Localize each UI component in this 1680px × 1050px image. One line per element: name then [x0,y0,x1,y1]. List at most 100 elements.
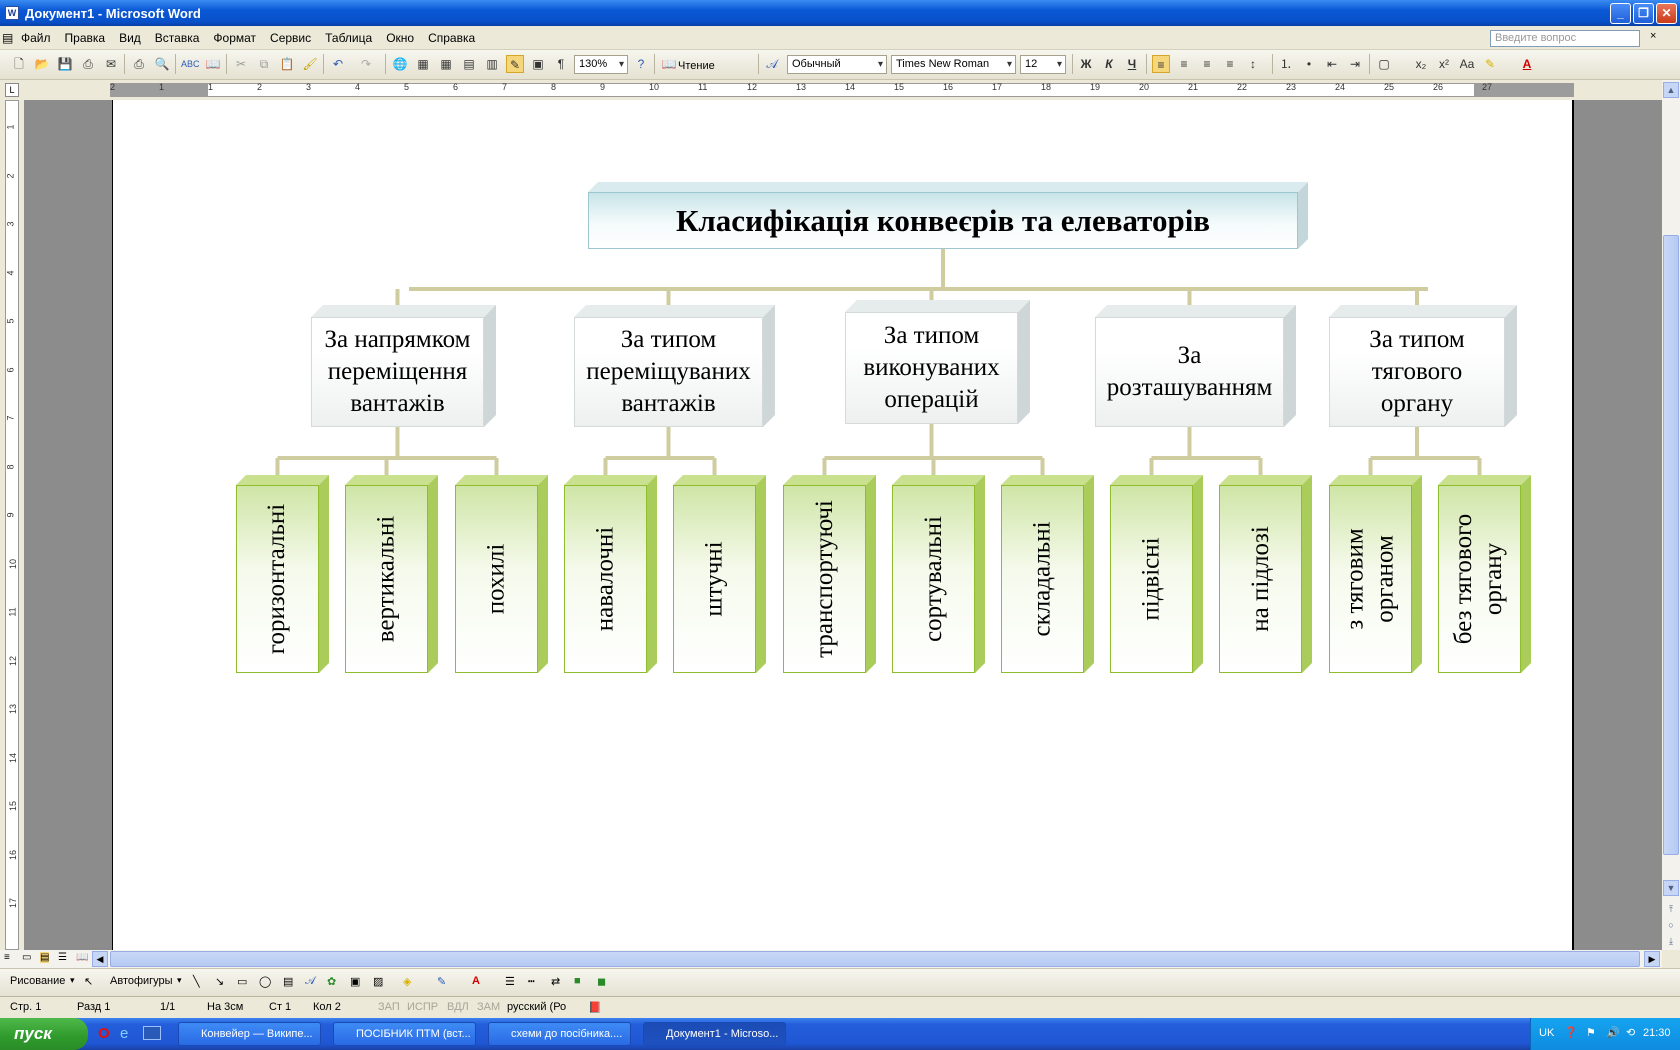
arrow-icon[interactable]: ↘ [215,975,224,988]
drawing-menu[interactable]: Рисование [10,975,65,987]
vruler-number: 5 [5,318,16,324]
shadow-icon[interactable]: ■ [574,975,581,987]
volume-icon[interactable]: 🔊 [1606,1026,1620,1039]
leaf-label-line: органу [1480,542,1508,616]
3d-icon[interactable]: ◼ [597,975,606,988]
vertical-scrollbar[interactable]: ▲ ▼ ⤒ ○ ⤓ [1662,80,1680,950]
leaf-label: горизонтальні [263,504,293,654]
leaf-label-line: підвісні [1137,537,1165,621]
task-posibnyk[interactable]: ПОСІБНИК ПТМ (вст... [333,1022,476,1046]
spelling-status-icon[interactable]: 📕 [588,1001,602,1014]
status-ovr[interactable]: ЗАМ [477,1001,500,1013]
horizontal-scrollbar[interactable]: ≡ ▭ ▤ ☰ 📖 ◀ ▶ [0,950,1662,968]
scroll-left-icon[interactable]: ◀ [92,951,108,967]
opera-icon[interactable]: O [98,1025,110,1042]
leaf-label: штучні [700,541,730,616]
word-icon: W [5,6,19,20]
leaf-label-line: вертикальні [372,515,400,643]
leaf-label-line: навалочні [591,526,619,632]
status-trk[interactable]: ИСПР [407,1001,438,1013]
hscroll-thumb[interactable] [110,951,1640,967]
document-page[interactable]: Класифікація конвеєрів та елеваторів За н… [112,100,1574,950]
scroll-right-icon[interactable]: ▶ [1644,951,1660,967]
normal-view-icon[interactable]: ≡ [4,952,10,963]
task-opera[interactable]: Конвейер — Википе... [178,1022,321,1046]
leaf-label-line: складальні [1028,521,1056,637]
category-label-line: розташуванням [1106,374,1273,401]
line-style-icon[interactable]: ☰ [505,975,515,988]
category-label-line: вантажів [621,390,716,417]
tab-selector-icon[interactable]: L [5,83,19,97]
start-button[interactable]: пуск [0,1018,88,1050]
status-ext[interactable]: ВДЛ [447,1001,469,1013]
print-layout-icon[interactable]: ▤ [40,952,50,963]
vertical-ruler[interactable]: 1 2 3 4 5 6 7 8 9 10 11 12 13 14 15 16 17 [0,100,24,950]
scroll-up-icon[interactable]: ▲ [1663,82,1679,98]
category-label-line: За типом [620,326,717,353]
line-color-icon[interactable]: ✎ [437,975,446,988]
category-label-line: За напрямком [324,326,471,353]
network-icon[interactable]: ⚑ [1586,1026,1596,1039]
prev-page-icon[interactable]: ⤒ [1663,902,1679,918]
leaf-label: транспортуючі [810,500,840,658]
classification-diagram[interactable]: Класифікація конвеєрів та елеваторів За н… [25,0,1680,950]
leaf-label: на підлозі [1246,526,1276,632]
vruler-number: 7 [5,415,16,421]
next-page-icon[interactable]: ⤓ [1663,934,1679,950]
leaf-label-line: органом [1371,535,1399,623]
fill-color-icon[interactable]: ◈ [403,975,411,988]
category-label-line: операцій [884,386,979,413]
vruler-number: 4 [5,269,16,276]
status-language: русский (Ро [507,1001,567,1013]
vruler-number: 2 [5,172,16,179]
leaf-label-line: на підлозі [1246,526,1274,632]
select-objects-icon[interactable]: ↖ [84,975,93,988]
leaf-label-line: штучні [700,541,728,617]
category-label-line: органу [1380,390,1454,417]
line-icon[interactable]: ╲ [193,975,200,988]
vruler-number: 6 [5,366,16,373]
textbox-icon[interactable]: ▤ [283,975,293,988]
drawing-toolbar: Рисование ▾ ↖ Автофигуры ▾ ╲ ↘ ▭ ◯ ▤ 𝒜 ✿… [0,968,1680,996]
leaf-label-line: сортувальні [919,516,947,642]
diagram-icon[interactable]: ✿ [327,975,336,988]
leaf-label: з тяговим органом [1341,528,1401,629]
rectangle-icon[interactable]: ▭ [237,975,247,988]
picture-icon[interactable]: ▨ [373,975,383,988]
scroll-thumb[interactable] [1663,235,1679,855]
web-view-icon[interactable]: ▭ [22,952,31,963]
dash-style-icon[interactable]: ┅ [528,975,535,988]
category-label-line: переміщуваних [586,358,751,385]
clipart-icon[interactable]: ▣ [350,975,360,988]
desktop-icon[interactable] [143,1026,161,1040]
reading-view-icon[interactable]: 📖 [76,952,88,963]
taskbar: пуск O e Конвейер — Википе... ПОСІБНИК П… [0,1018,1680,1050]
task-word[interactable]: Документ1 - Microso... [643,1022,786,1046]
help-tray-icon[interactable]: ❓ [1564,1026,1578,1039]
outline-view-icon[interactable]: ☰ [58,952,67,963]
sync-icon[interactable]: ⟲ [1626,1026,1635,1039]
autoshapes-menu[interactable]: Автофигуры [110,975,173,987]
arrow-style-icon[interactable]: ⇄ [551,975,560,988]
vruler-number: 3 [5,221,16,227]
vruler-number: 15 [8,800,19,812]
vruler-number: 8 [5,463,16,470]
category-label-line: За [1177,342,1202,369]
task-schemes[interactable]: схеми до посібника.... [488,1022,631,1046]
vruler-number: 13 [8,703,19,715]
vruler-number: 17 [8,897,19,909]
document-icon[interactable]: ▤ [0,31,14,45]
scroll-down-icon[interactable]: ▼ [1663,880,1679,896]
category-label-line: вантажів [350,390,445,417]
wordart-icon[interactable]: 𝒜 [305,975,315,988]
status-section: Разд 1 [77,1001,111,1013]
leaf-label: вертикальні [372,516,402,643]
status-col: Кол 2 [313,1001,341,1013]
language-indicator[interactable]: UK [1539,1027,1554,1039]
draw-font-color-icon[interactable]: A [472,975,480,987]
status-pages: 1/1 [160,1001,176,1013]
browse-object-icon[interactable]: ○ [1663,918,1679,934]
ie-icon[interactable]: e [120,1025,128,1042]
status-rec[interactable]: ЗАП [378,1001,400,1013]
oval-icon[interactable]: ◯ [259,975,271,988]
